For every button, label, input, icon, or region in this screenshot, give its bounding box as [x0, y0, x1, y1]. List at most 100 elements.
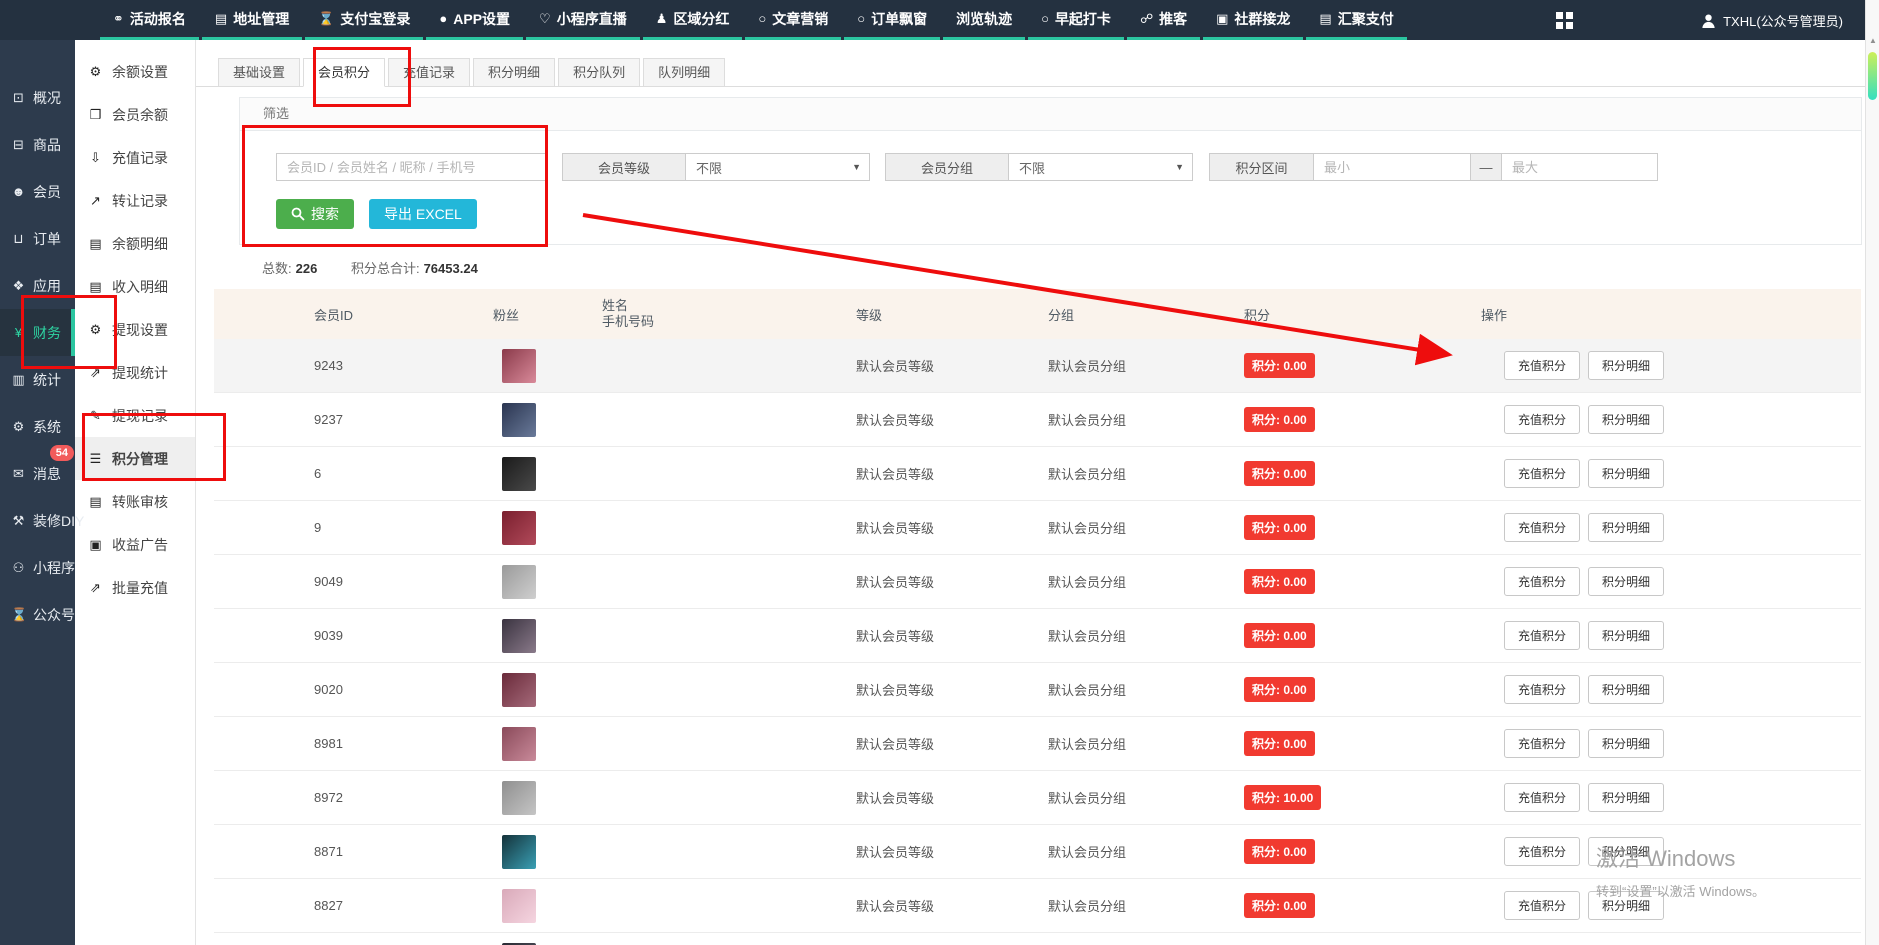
user-name: TXHL(公众号管理员) [1723, 11, 1843, 30]
recharge-points-button[interactable]: 充值积分 [1504, 459, 1580, 488]
table-row: 9237默认会员等级默认会员分组积分: 0.00充值积分积分明细 [214, 393, 1861, 447]
sidebar-item-订单[interactable]: ⊔订单 [0, 215, 75, 262]
topnav-item-label: 订单飘窗 [871, 9, 927, 29]
scrollbar-up-arrow-icon[interactable]: ▲ [1866, 36, 1879, 45]
sidebar-item-消息[interactable]: ✉消息54 [0, 450, 75, 497]
points-detail-button[interactable]: 积分明细 [1588, 351, 1664, 380]
page-scrollbar[interactable]: ▲ [1865, 0, 1879, 945]
sidebar-item-小程序[interactable]: ⚇小程序 [0, 544, 75, 591]
points-detail-button[interactable]: 积分明细 [1588, 513, 1664, 542]
recharge-points-button[interactable]: 充值积分 [1504, 729, 1580, 758]
member-search-input[interactable] [276, 153, 548, 181]
column-header: 姓名 手机号码 [589, 298, 839, 330]
filter-panel: 筛选 会员等级 不限 ▼ 会员分组 不限 [239, 97, 1862, 245]
sidebar-item-商品[interactable]: ⊟商品 [0, 121, 75, 168]
sidebar-item-财务[interactable]: ¥财务 [0, 309, 75, 356]
submenu-item-转账审核[interactable]: ▤转账审核 [75, 480, 195, 523]
points-detail-button[interactable]: 积分明细 [1588, 459, 1664, 488]
topnav-item-社群接龙[interactable]: ▣社群接龙 [1203, 0, 1303, 40]
tab-充值记录[interactable]: 充值记录 [388, 58, 470, 87]
submenu-item-收入明细[interactable]: ▤收入明细 [75, 265, 195, 308]
sidebar-item-应用[interactable]: ❖应用 [0, 262, 75, 309]
submenu-item-提现统计[interactable]: ⇗提现统计 [75, 351, 195, 394]
sidebar-item-概况[interactable]: ⊡概况 [0, 74, 75, 121]
topnav-item-地址管理[interactable]: ▤地址管理 [202, 0, 302, 40]
recharge-points-button[interactable]: 充值积分 [1504, 621, 1580, 650]
submenu-item-提现记录[interactable]: ✎提现记录 [75, 394, 195, 437]
topnav-item-label: 浏览轨迹 [956, 9, 1012, 29]
search-button[interactable]: 搜索 [276, 199, 354, 229]
file-lines-icon: ▤ [88, 236, 103, 252]
recharge-points-button[interactable]: 充值积分 [1504, 513, 1580, 542]
sidebar-item-系统[interactable]: ⚙系统 [0, 403, 75, 450]
topnav-item-label: APP设置 [453, 9, 510, 29]
user-menu[interactable]: TXHL(公众号管理员) [1701, 11, 1843, 30]
sidebar-item-装修DIY[interactable]: ⚒装修DIY [0, 497, 75, 544]
members-table: 会员ID粉丝姓名 手机号码等级分组积分操作 9243默认会员等级默认会员分组积分… [214, 289, 1861, 945]
recharge-points-button[interactable]: 充值积分 [1504, 891, 1580, 920]
submenu-item-转让记录[interactable]: ↗转让记录 [75, 179, 195, 222]
points-detail-button[interactable]: 积分明细 [1588, 405, 1664, 434]
submenu-item-收益广告[interactable]: ▣收益广告 [75, 523, 195, 566]
points-detail-button[interactable]: 积分明细 [1588, 729, 1664, 758]
topnav-item-订单飘窗[interactable]: ○订单飘窗 [844, 0, 940, 40]
points-badge: 积分: 0.00 [1244, 461, 1315, 486]
topnav-item-区域分红[interactable]: ♟区域分红 [643, 0, 743, 40]
points-cell: 积分: 0.00 [1219, 407, 1449, 432]
submenu-item-会员余额[interactable]: ❒会员余额 [75, 93, 195, 136]
tab-积分队列[interactable]: 积分队列 [558, 58, 640, 87]
recharge-points-button[interactable]: 充值积分 [1504, 405, 1580, 434]
submenu-item-余额明细[interactable]: ▤余额明细 [75, 222, 195, 265]
topnav-item-推客[interactable]: ☍推客 [1127, 0, 1200, 40]
points-detail-button[interactable]: 积分明细 [1588, 675, 1664, 704]
submenu-item-批量充值[interactable]: ⇗批量充值 [75, 566, 195, 609]
points-detail-button[interactable]: 积分明细 [1588, 891, 1664, 920]
recharge-points-button[interactable]: 充值积分 [1504, 567, 1580, 596]
sidebar-item-会员[interactable]: ☻会员 [0, 168, 75, 215]
submenu-item-余额设置[interactable]: ⚙余额设置 [75, 50, 195, 93]
topnav-item-活动报名[interactable]: ⚭活动报名 [100, 0, 199, 40]
topnav-item-小程序直播[interactable]: ♡小程序直播 [526, 0, 640, 40]
topnav-item-支付宝登录[interactable]: ⌛支付宝登录 [305, 0, 423, 40]
recharge-points-button[interactable]: 充值积分 [1504, 675, 1580, 704]
points-detail-button[interactable]: 积分明细 [1588, 837, 1664, 866]
fan-avatar-cell [479, 457, 589, 491]
points-cell: 积分: 0.00 [1219, 353, 1449, 378]
points-detail-button[interactable]: 积分明细 [1588, 621, 1664, 650]
points-max-input[interactable] [1501, 153, 1658, 181]
submenu-item-充值记录[interactable]: ⇩充值记录 [75, 136, 195, 179]
topnav-item-汇聚支付[interactable]: ▤汇聚支付 [1306, 0, 1406, 40]
member-level-select[interactable]: 不限 ▼ [685, 153, 870, 181]
topnav-item-APP设置[interactable]: ●APP设置 [426, 0, 523, 40]
tab-会员积分[interactable]: 会员积分 [303, 58, 385, 87]
submenu-item-积分管理[interactable]: ☰积分管理 [75, 437, 195, 480]
recharge-points-button[interactable]: 充值积分 [1504, 351, 1580, 380]
topnav-item-早起打卡[interactable]: ○早起打卡 [1028, 0, 1124, 40]
sidebar-item-公众号[interactable]: ⌛公众号 [0, 591, 75, 638]
actions-cell: 充值积分积分明细 [1449, 891, 1861, 920]
export-excel-button[interactable]: 导出 EXCEL [369, 199, 477, 229]
actions-cell: 充值积分积分明细 [1449, 837, 1861, 866]
scrollbar-thumb[interactable] [1868, 52, 1877, 100]
topnav-item-文章营销[interactable]: ○文章营销 [745, 0, 841, 40]
tab-队列明细[interactable]: 队列明细 [643, 58, 725, 87]
recharge-points-button[interactable]: 充值积分 [1504, 837, 1580, 866]
points-detail-button[interactable]: 积分明细 [1588, 567, 1664, 596]
tab-积分明细[interactable]: 积分明细 [473, 58, 555, 87]
points-cell: 积分: 0.00 [1219, 731, 1449, 756]
recharge-points-button[interactable]: 充值积分 [1504, 783, 1580, 812]
topnav-item-浏览轨迹[interactable]: 浏览轨迹 [943, 0, 1025, 40]
points-badge: 积分: 0.00 [1244, 677, 1315, 702]
points-detail-button[interactable]: 积分明细 [1588, 783, 1664, 812]
fan-avatar-cell [479, 565, 589, 599]
sidebar-item-统计[interactable]: ▥统计 [0, 356, 75, 403]
points-badge: 积分: 0.00 [1244, 893, 1315, 918]
sidebar-item-label: 消息 [33, 464, 61, 484]
tab-基础设置[interactable]: 基础设置 [218, 58, 300, 87]
group-cell: 默认会员分组 [1029, 356, 1219, 375]
member-group-select[interactable]: 不限 ▼ [1008, 153, 1193, 181]
submenu-item-提现设置[interactable]: ⚙提现设置 [75, 308, 195, 351]
points-min-input[interactable] [1313, 153, 1471, 181]
group-cell: 默认会员分组 [1029, 842, 1219, 861]
apps-grid-icon[interactable] [1556, 12, 1573, 29]
